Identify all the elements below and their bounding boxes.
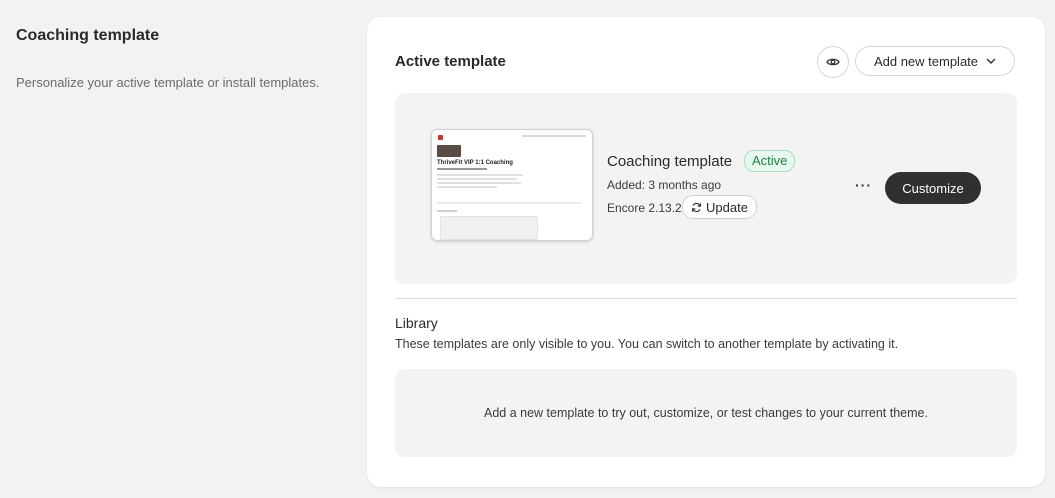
update-label: Update (706, 199, 748, 215)
template-version: Encore 2.13.2 (607, 201, 682, 215)
template-card: Active template Add new template ThriveF… (367, 17, 1045, 487)
add-new-template-label: Add new template (873, 53, 979, 69)
library-empty-message: Add a new template to try out, customize… (484, 406, 928, 420)
library-heading: Library (395, 315, 438, 331)
thumbnail-line (437, 182, 521, 184)
eye-icon (826, 58, 840, 66)
active-template-panel: ThriveFit VIP 1:1 Coaching Coaching temp… (395, 93, 1017, 284)
chevron-down-icon (986, 58, 996, 64)
thumbnail-line (437, 202, 582, 204)
thumbnail-line (437, 210, 457, 212)
thumbnail-image (437, 145, 461, 157)
section-divider (395, 298, 1017, 299)
thumbnail-logo (438, 135, 443, 140)
status-badge: Active (744, 150, 796, 172)
template-thumbnail[interactable]: ThriveFit VIP 1:1 Coaching (431, 129, 593, 241)
add-new-template-button[interactable]: Add new template (855, 46, 1015, 76)
thumbnail-box (440, 216, 538, 240)
page-description: Personalize your active template or inst… (16, 75, 320, 90)
thumbnail-subtitle (437, 168, 487, 170)
customize-button[interactable]: Customize (885, 172, 981, 204)
thumbnail-line (437, 186, 497, 188)
more-actions-button[interactable]: ··· (855, 177, 872, 193)
page-title: Coaching template (16, 27, 160, 44)
thumbnail-line (437, 174, 523, 176)
template-name: Coaching template (607, 153, 733, 170)
page-header-section: Coaching template Personalize your activ… (16, 27, 346, 90)
library-empty-state: Add a new template to try out, customize… (395, 369, 1017, 457)
refresh-icon (691, 202, 702, 212)
library-description: These templates are only visible to you.… (395, 337, 899, 351)
thumbnail-line (437, 178, 517, 180)
update-button[interactable]: Update (682, 195, 757, 219)
thumbnail-title: ThriveFit VIP 1:1 Coaching (437, 160, 513, 166)
preview-button[interactable] (817, 46, 849, 78)
active-template-heading: Active template (395, 53, 506, 70)
thumbnail-nav (522, 135, 586, 137)
added-date: Added: 3 months ago (607, 178, 722, 192)
